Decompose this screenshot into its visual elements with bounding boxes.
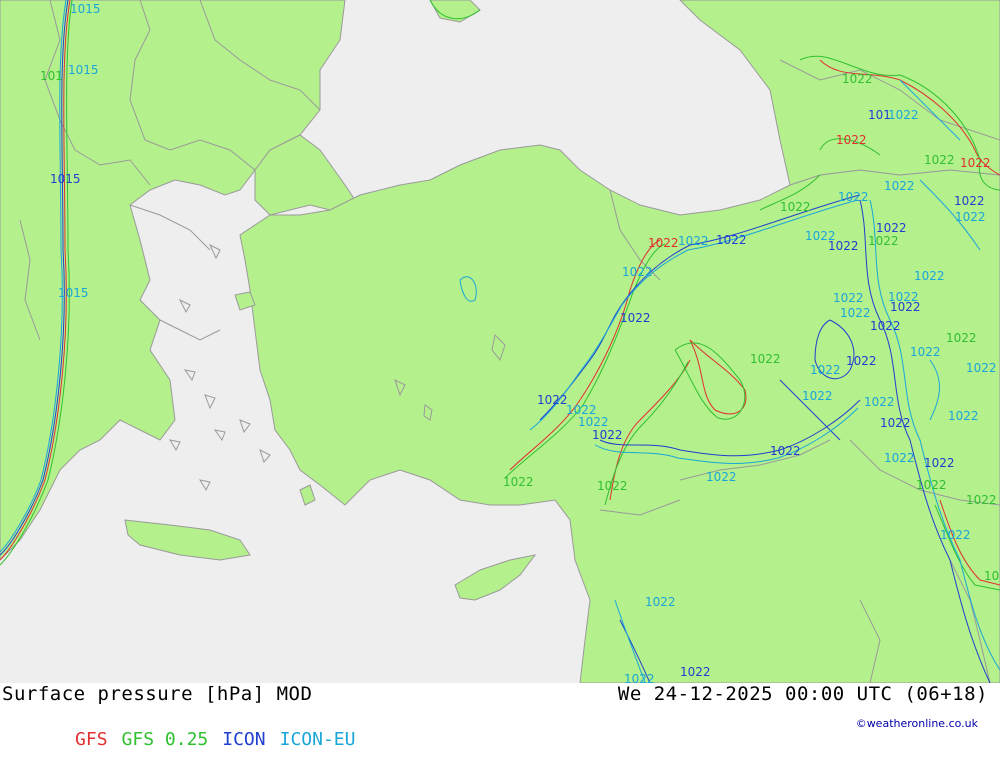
isobar-label: 1022 — [645, 595, 676, 609]
isobar-label: 101 — [40, 69, 63, 83]
isobar-label: 1022 — [948, 409, 979, 423]
isobar-label: 1022 — [966, 361, 997, 375]
isobar-label: 1022 — [537, 393, 568, 407]
isobar-label: 1022 — [802, 389, 833, 403]
isobar-label: 1022 — [624, 672, 655, 683]
isobar-label: 1022 — [503, 475, 534, 489]
isobar-label: 1015 — [58, 286, 89, 300]
isobar-label: 1015 — [50, 172, 81, 186]
legend-icon[interactable]: ICON — [222, 729, 265, 750]
isobar-label: 1022 — [842, 72, 873, 86]
isobar-label: 1022 — [966, 493, 997, 507]
land-crete — [124, 519, 251, 561]
isobar-label: 1022 — [864, 395, 895, 409]
isobar-label: 1022 — [880, 416, 911, 430]
isobar-label: 1022 — [648, 236, 679, 250]
map-footer: Surface pressure [hPa] MOD We 24-12-2025… — [0, 683, 1000, 750]
isobar-label: 1022 — [770, 444, 801, 458]
map-canvas: 1015 1015 101 1015 1015 1022 1022 101 10… — [0, 0, 1000, 683]
isobar-label: 1022 — [838, 190, 869, 204]
isobar-label: 1022 — [954, 194, 985, 208]
map-title: Surface pressure [hPa] MOD — [2, 683, 313, 705]
isobar-label: 1022 — [955, 210, 986, 224]
land-cyprus — [454, 554, 537, 601]
isobar-label: 1022 — [578, 415, 609, 429]
isobar-label: 1015 — [70, 2, 101, 16]
isobar-label: 1022 — [833, 291, 864, 305]
isobar-label: 1022 — [828, 239, 859, 253]
land-rhodes — [299, 484, 316, 506]
legend-gfs[interactable]: GFS — [75, 729, 108, 750]
isobar-label: 1022 — [592, 428, 623, 442]
chart-frame: 1015 1015 101 1015 1015 1022 1022 101 10… — [0, 0, 1000, 750]
valid-time: We 24-12-2025 00:00 UTC (06+18) — [617, 683, 988, 705]
isobar-label: 1022 — [597, 479, 628, 493]
isobar-label: 1022 — [868, 234, 899, 248]
isobar-label: 1022 — [890, 300, 921, 314]
isobar-label: 101 — [868, 108, 891, 122]
isobar-label: 1022 — [910, 345, 941, 359]
isobar-label: 1022 — [946, 331, 977, 345]
pressure-map[interactable]: 1015 1015 101 1015 1015 1022 1022 101 10… — [0, 0, 1000, 683]
isobar-label: 1022 — [924, 153, 955, 167]
isobar-label: 1022 — [780, 200, 811, 214]
isobar-label: 1022 — [750, 352, 781, 366]
legend-gfs025[interactable]: GFS 0.25 — [122, 729, 209, 750]
isobar-label: 1022 — [622, 265, 653, 279]
isobar-label: 1022 — [884, 179, 915, 193]
isobar-label: 1022 — [924, 456, 955, 470]
isobar-label: 1022 — [876, 221, 907, 235]
isobar-label: 1022 — [620, 311, 651, 325]
land-masses — [0, 0, 1000, 683]
isobar-label: 1022 — [810, 363, 841, 377]
isobar-label: 1022 — [870, 319, 901, 333]
isobar-label: 1022 — [680, 665, 711, 679]
isobar-label: 1022 — [846, 354, 877, 368]
isobar-label: 1022 — [706, 470, 737, 484]
isobar-label: 1022 — [716, 233, 747, 247]
isobar-label: 1022 — [840, 306, 871, 320]
legend-icon-eu[interactable]: ICON-EU — [280, 729, 356, 750]
model-legend: GFS GFS 0.25 ICON ICON-EU — [10, 708, 369, 771]
isobar-label: 1022 — [940, 528, 971, 542]
isobar-label: 1022 — [884, 451, 915, 465]
credit-link[interactable]: ©weatheronline.co.uk — [856, 717, 978, 730]
isobar-label: 1022 — [678, 234, 709, 248]
isobar-label: 1015 — [68, 63, 99, 77]
isobar-label: 1022 — [914, 269, 945, 283]
isobar-label: 1022 — [984, 569, 1000, 583]
isobar-label: 1022 — [916, 478, 947, 492]
isobar-label: 1022 — [836, 133, 867, 147]
isobar-label: 1022 — [960, 156, 991, 170]
isobar-label: 1022 — [888, 108, 919, 122]
